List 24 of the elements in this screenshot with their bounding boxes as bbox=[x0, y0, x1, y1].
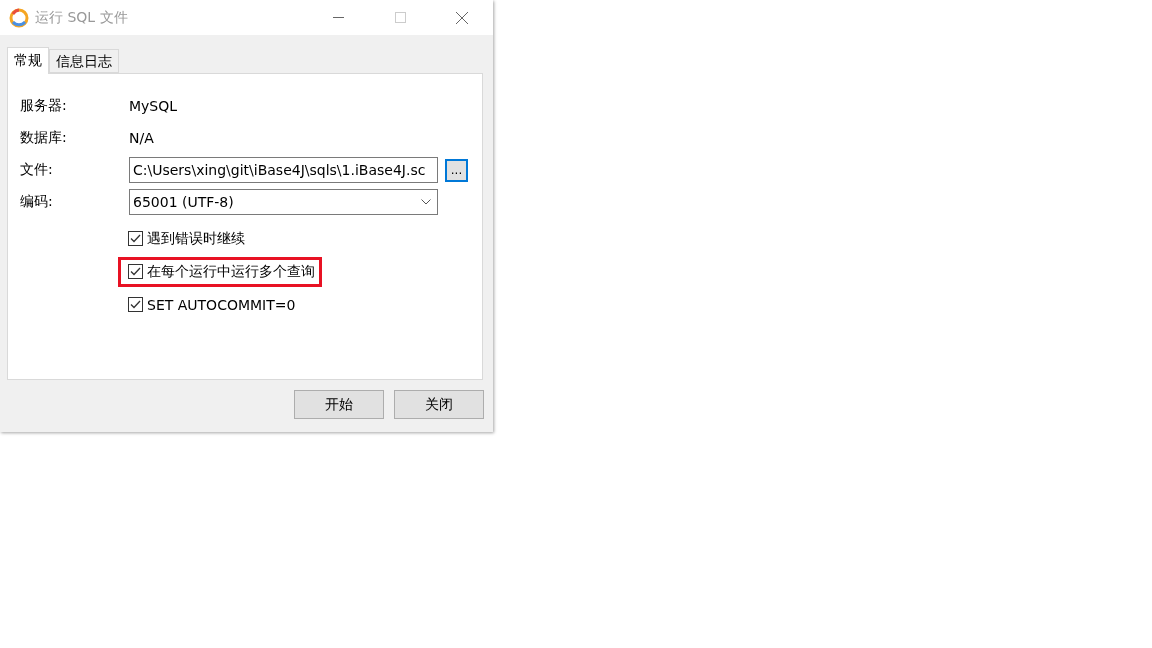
encoding-dropdown[interactable]: 65001 (UTF-8) bbox=[129, 189, 438, 215]
checkbox-label: SET AUTOCOMMIT=0 bbox=[147, 296, 296, 313]
tab[interactable]: 常规 bbox=[7, 47, 49, 74]
file-path-field[interactable]: C:\Users\xing\git\iBase4J\sqls\1.iBase4J.sc bbox=[129, 157, 438, 183]
field-value: MySQL bbox=[129, 98, 178, 114]
field-label: 文件: bbox=[20, 161, 54, 179]
minimize-icon[interactable] bbox=[332, 17, 344, 18]
close-icon[interactable] bbox=[456, 11, 468, 24]
window-title: 运行 SQL 文件 bbox=[35, 8, 129, 27]
browse-button[interactable]: ... bbox=[445, 158, 468, 182]
field-label: 服务器: bbox=[20, 97, 68, 115]
dialog-button[interactable]: 开始 bbox=[294, 390, 384, 419]
dialog-button[interactable]: 关闭 bbox=[394, 390, 484, 419]
field-value: N/A bbox=[129, 130, 154, 146]
field-label: 编码: bbox=[20, 193, 54, 211]
app-logo-icon bbox=[9, 7, 29, 28]
tab[interactable]: 信息日志 bbox=[49, 49, 119, 73]
checkbox[interactable] bbox=[128, 231, 143, 246]
checkbox-label: 遇到错误时继续 bbox=[147, 229, 245, 248]
checkbox-label: 在每个运行中运行多个查询 bbox=[147, 262, 315, 281]
field-label: 数据库: bbox=[20, 129, 68, 147]
checkbox[interactable] bbox=[128, 264, 143, 279]
checkbox[interactable] bbox=[128, 297, 143, 312]
chevron-down-icon bbox=[421, 199, 431, 205]
